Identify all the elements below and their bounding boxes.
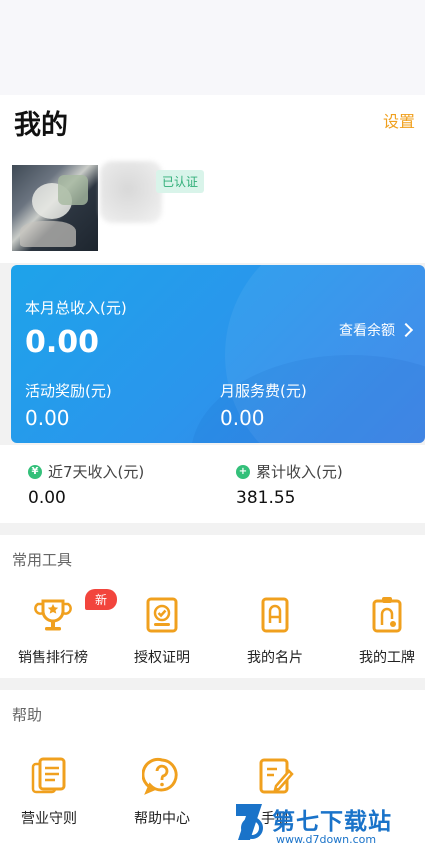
stat-total-income[interactable]: + 累计收入(元) 381.55 <box>236 461 343 508</box>
stat-value: 0.00 <box>28 488 66 508</box>
reward-label: 活动奖励(元) <box>25 382 112 400</box>
tool-label: 我的名片 <box>247 650 303 666</box>
help-icon <box>141 756 182 796</box>
stat-value: 381.55 <box>236 488 296 508</box>
rules-icon <box>29 756 69 796</box>
reward-value: 0.00 <box>25 406 70 430</box>
help-business-rules[interactable]: 营业守则 <box>0 756 102 828</box>
view-balance-link[interactable]: 查看余额 <box>339 320 414 340</box>
page-title: 我的 <box>14 110 68 141</box>
view-balance-label: 查看余额 <box>339 323 395 339</box>
tools-section: 常用工具 新 销售排行榜 授权证明 我的名片 我的工牌 <box>0 535 425 678</box>
month-income-label: 本月总收入(元) <box>25 299 127 317</box>
watermark: 第七下载站 www.d7down.com <box>228 800 425 850</box>
section-title: 帮助 <box>12 706 43 724</box>
income-card: 本月总收入(元) 0.00 查看余额 活动奖励(元) 0.00 月服务费(元) … <box>11 265 425 443</box>
avatar[interactable] <box>12 165 98 251</box>
stat-7day-income[interactable]: ¥ 近7天收入(元) 0.00 <box>28 461 144 508</box>
fee-value: 0.00 <box>220 406 265 430</box>
manual-icon <box>255 756 295 796</box>
income-stats: ¥ 近7天收入(元) 0.00 + 累计收入(元) 381.55 <box>0 445 425 523</box>
username-blurred <box>100 161 162 223</box>
watermark-text: 第七下载站 <box>272 809 392 835</box>
tool-sales-ranking[interactable]: 新 销售排行榜 <box>0 589 118 667</box>
plus-icon: + <box>236 464 250 479</box>
tool-name-card[interactable]: 我的名片 <box>222 595 328 667</box>
settings-link[interactable]: 设置 <box>383 108 415 132</box>
name-card-icon <box>255 595 295 635</box>
stat-label: 近7天收入(元) <box>48 463 145 481</box>
trophy-icon: 新 <box>33 589 118 635</box>
tool-label: 销售排行榜 <box>18 650 88 666</box>
status-bar-area <box>0 0 425 95</box>
verified-badge: 已认证 <box>156 170 205 193</box>
yen-icon: ¥ <box>28 464 42 479</box>
tool-label: 营业守则 <box>21 811 77 827</box>
tool-authorization[interactable]: 授权证明 <box>109 595 215 667</box>
certificate-icon <box>142 595 182 635</box>
section-title: 常用工具 <box>12 551 73 569</box>
tool-label: 帮助中心 <box>134 811 190 827</box>
tool-label: 我的工牌 <box>359 650 415 666</box>
badge-icon <box>367 595 407 635</box>
watermark-url: www.d7down.com <box>276 833 377 846</box>
month-income-value: 0.00 <box>25 325 100 360</box>
help-center[interactable]: 帮助中心 <box>109 756 215 828</box>
tool-label: 授权证明 <box>134 650 190 666</box>
chevron-right-icon <box>398 322 414 338</box>
fee-label: 月服务费(元) <box>220 382 307 400</box>
profile-section[interactable]: 已认证 <box>0 153 425 263</box>
stat-label: 累计收入(元) <box>256 463 343 481</box>
watermark-logo-icon <box>236 804 263 840</box>
tool-work-badge[interactable]: 我的工牌 <box>334 595 425 667</box>
page-header: 我的 设置 <box>0 95 425 153</box>
